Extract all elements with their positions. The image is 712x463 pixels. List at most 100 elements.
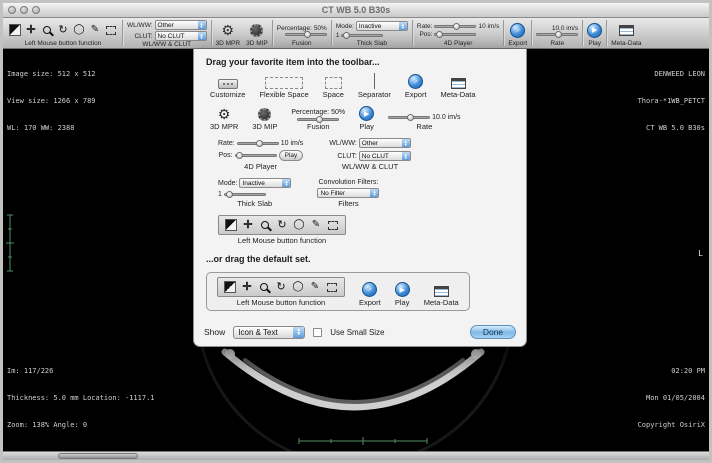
export-icon[interactable]: → [510, 23, 525, 38]
rate-slider[interactable] [388, 116, 430, 119]
wlww-select[interactable]: Other [155, 20, 207, 30]
item-mouse-function[interactable]: ✛ ↻ ◯ ✎ Left Mouse button function [218, 215, 346, 245]
default-export[interactable]: → Export [359, 282, 381, 307]
ellipse-tool-icon[interactable]: ◯ [291, 280, 305, 294]
4d-rate-slider-thumb[interactable] [453, 23, 460, 30]
4d-pos-slider[interactable] [434, 33, 476, 36]
metadata-icon [451, 78, 466, 89]
move-tool-icon[interactable]: ✛ [240, 280, 254, 294]
rate-slider-thumb[interactable] [555, 31, 562, 38]
4d-rate-slider[interactable] [237, 142, 279, 145]
zoom-tool-icon[interactable] [40, 23, 54, 37]
show-mode-select[interactable]: Icon & Text [233, 326, 305, 339]
thickslab-slider-thumb[interactable] [226, 191, 233, 198]
item-3d-mip[interactable]: 3D MIP [252, 108, 277, 131]
rotate-tool-icon[interactable]: ↻ [56, 23, 70, 37]
wlww-select[interactable]: Other [359, 138, 411, 148]
selection-tool-icon[interactable] [104, 23, 118, 37]
wlww-select-value: Other [362, 140, 378, 147]
4d-rate-slider[interactable] [434, 25, 476, 28]
toolbar-separator [606, 20, 607, 46]
toolbar-group-play: ▶ Play [584, 18, 605, 48]
3d-mpr-icon[interactable]: ⚙ [222, 23, 235, 37]
4d-pos-slider-thumb[interactable] [436, 31, 443, 38]
item-wlww-clut[interactable]: WL/WW: Other CLUT: No CLUT WL/WW & CLUT [329, 138, 410, 171]
bottom-scrollbar[interactable] [3, 451, 709, 460]
fusion-slider[interactable] [297, 118, 339, 121]
item-play[interactable]: ▶ Play [359, 106, 374, 131]
selection-tool-icon[interactable] [325, 280, 339, 294]
done-button[interactable]: Done [470, 325, 516, 339]
toolbar-separator [272, 20, 273, 46]
main-toolbar: ✛ ↻ ◯ ✎ Left Mouse button function WL/WW… [3, 18, 709, 49]
item-fusion[interactable]: Percentage: 50% Fusion [291, 109, 345, 131]
item-rate[interactable]: 10.0 im/s Rate [388, 114, 460, 131]
selection-tool-icon[interactable] [326, 218, 340, 232]
thickslab-mode-select[interactable]: Inactive [356, 21, 408, 31]
default-play[interactable]: ▶ Play [395, 282, 410, 307]
play-icon[interactable]: ▶ [587, 23, 602, 38]
zoom-button[interactable] [32, 6, 40, 14]
default-metadata[interactable]: Meta-Data [424, 286, 459, 307]
contrast-tool-icon[interactable] [223, 280, 237, 294]
move-tool-icon[interactable]: ✛ [241, 218, 255, 232]
pencil-tool-icon[interactable]: ✎ [309, 218, 323, 232]
item-space[interactable]: Space [323, 77, 344, 99]
minimize-button[interactable] [20, 6, 28, 14]
use-small-size-checkbox[interactable] [313, 328, 322, 337]
zoom-tool-icon[interactable] [258, 218, 272, 232]
3d-mip-icon[interactable] [250, 24, 263, 37]
rate-slider[interactable] [536, 33, 578, 36]
item-flexible-space[interactable]: Flexible Space [259, 77, 308, 99]
pencil-tool-icon[interactable]: ✎ [88, 23, 102, 37]
4d-pos-slider-thumb[interactable] [236, 152, 243, 159]
item-4d-player[interactable]: Rate: 10 im/s Pos: Play 4D Player [218, 140, 303, 171]
fusion-slider[interactable] [285, 33, 327, 36]
metadata-icon[interactable] [619, 25, 634, 36]
item-customize[interactable]: Customize [210, 79, 245, 99]
contrast-tool-icon[interactable] [224, 218, 238, 232]
thickslab-slider[interactable] [341, 34, 383, 37]
toolbar-separator [211, 20, 212, 46]
rate-label: Rate [416, 123, 432, 131]
ellipse-tool-icon[interactable]: ◯ [72, 23, 86, 37]
clut-select[interactable]: No CLUT [155, 31, 207, 41]
fusion-percentage-value: 50% [314, 25, 327, 32]
4d-play-button[interactable]: Play [279, 150, 304, 161]
rate-slider-thumb[interactable] [407, 114, 414, 121]
magnifier-icon [260, 283, 268, 291]
3d-mpr-label: 3D MPR [210, 123, 238, 131]
thickslab-slider[interactable] [224, 193, 266, 196]
rotate-tool-icon[interactable]: ↻ [274, 280, 288, 294]
rotate-tool-icon[interactable]: ↻ [275, 218, 289, 232]
convolution-filter-select[interactable]: No Filter [317, 188, 379, 198]
item-thick-slab[interactable]: Mode: Inactive 1 Thick Slab [218, 178, 291, 208]
default-mouse-function[interactable]: ✛ ↻ ◯ ✎ Left Mouse button function [217, 277, 345, 307]
clut-select[interactable]: No CLUT [359, 151, 411, 161]
4d-rate-slider-thumb[interactable] [256, 140, 263, 147]
fusion-slider-thumb[interactable] [304, 31, 311, 38]
clut-label: CLUT: [134, 33, 152, 40]
mouse-function-label: Left Mouse button function [237, 299, 325, 307]
thickslab-slider-thumb[interactable] [343, 32, 350, 39]
scrollbar-thumb[interactable] [58, 453, 138, 459]
default-toolbar-set[interactable]: ✛ ↻ ◯ ✎ Left Mouse button function → Exp… [206, 272, 470, 311]
item-export[interactable]: → Export [405, 74, 427, 99]
thickslab-slider-value: 1 [336, 32, 340, 39]
zoom-tool-icon[interactable] [257, 280, 271, 294]
thickslab-mode-select[interactable]: Inactive [239, 178, 291, 188]
item-filters[interactable]: Convolution Filters: No Filter Filters [317, 179, 379, 208]
close-button[interactable] [8, 6, 16, 14]
contrast-tool-icon[interactable] [8, 23, 22, 37]
ellipse-tool-icon[interactable]: ◯ [292, 218, 306, 232]
item-3d-mpr[interactable]: ⚙ 3D MPR [210, 107, 238, 131]
show-label: Show [204, 327, 225, 337]
4d-pos-label: Pos: [419, 31, 432, 38]
move-tool-icon[interactable]: ✛ [24, 23, 38, 37]
item-separator[interactable]: Separator [358, 73, 391, 99]
toolbar-group-3d-mpr: ⚙ 3D MPR [213, 18, 244, 48]
4d-pos-slider[interactable] [235, 154, 277, 157]
item-metadata[interactable]: Meta-Data [441, 78, 476, 99]
pencil-tool-icon[interactable]: ✎ [308, 280, 322, 294]
separator-label: Separator [358, 91, 391, 99]
